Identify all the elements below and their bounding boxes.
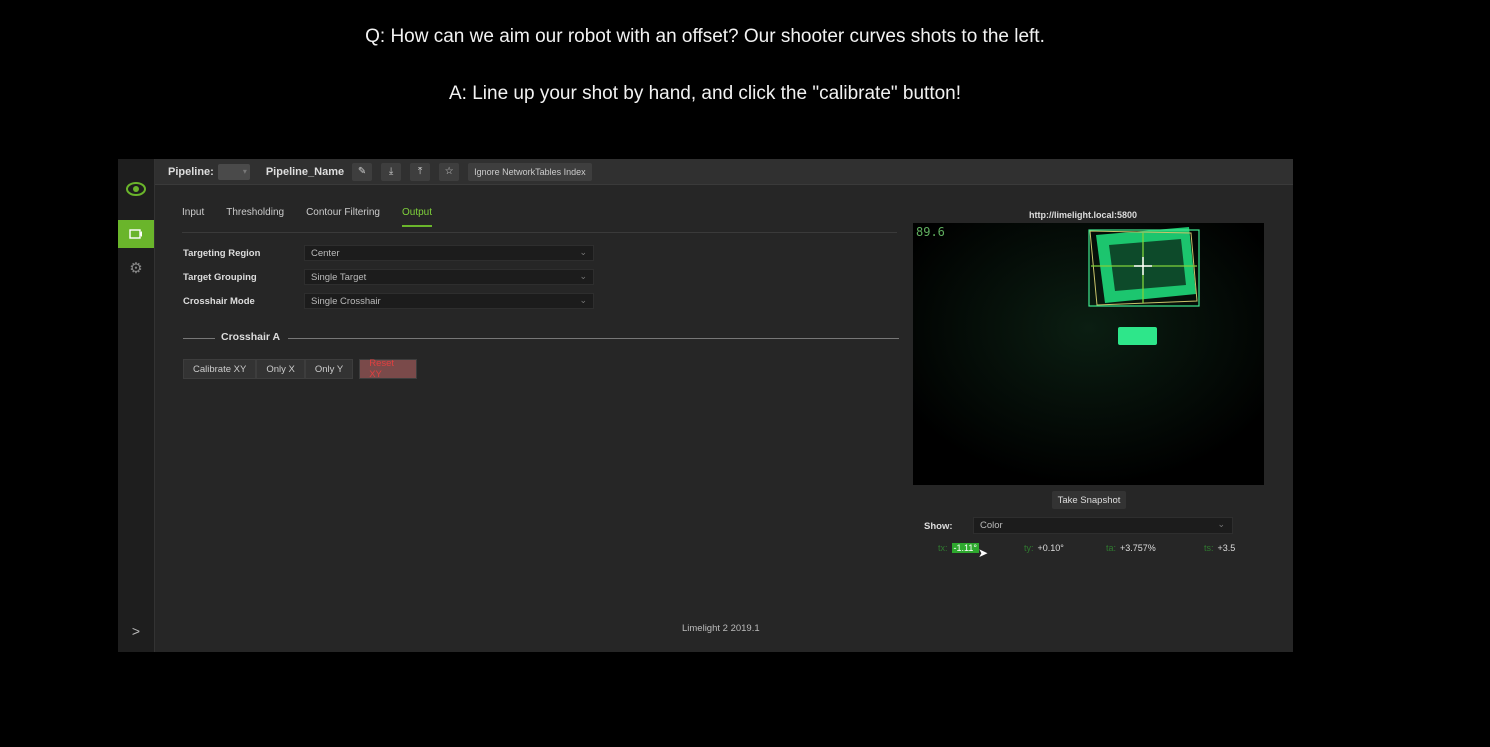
pipeline-label: Pipeline: — [168, 165, 214, 178]
tx-label: tx: — [938, 543, 948, 553]
ts-value: +3.5 — [1217, 543, 1236, 553]
targeting-region-select[interactable]: Center ⌄ — [304, 245, 594, 261]
tab-bar: Input Thresholding Contour Filtering Out… — [182, 207, 454, 227]
ignore-networktables-button[interactable]: Ignore NetworkTables Index — [468, 162, 592, 181]
reset-xy-button[interactable]: Reset XY — [359, 358, 418, 380]
pipeline-toolbar: Pipeline: ▾ Pipeline_Name ✎ ⤓ ⤒ ☆ Ignore… — [155, 159, 1293, 185]
targeting-region-label: Targeting Region — [183, 248, 261, 259]
show-select[interactable]: Color ⌄ — [973, 517, 1233, 534]
ty-value: +0.10° — [1037, 543, 1064, 553]
ta-label: ta: — [1106, 543, 1117, 553]
gear-icon[interactable]: ⚙ — [118, 257, 154, 279]
camera-frame-graphic — [913, 223, 1264, 485]
nav-camera-icon[interactable] — [118, 220, 154, 248]
chevron-down-icon: ⌄ — [579, 247, 587, 257]
divider — [183, 338, 215, 339]
target-grouping-label: Target Grouping — [183, 272, 257, 283]
chevron-down-icon: ⌄ — [1217, 519, 1225, 529]
upload-icon[interactable]: ⤒ — [410, 162, 431, 181]
tab-input[interactable]: Input — [182, 207, 204, 227]
version-footer: Limelight 2 2019.1 — [682, 623, 760, 634]
limelight-logo-icon[interactable] — [125, 178, 147, 200]
tab-contour-filtering[interactable]: Contour Filtering — [306, 207, 380, 227]
only-y-button[interactable]: Only Y — [304, 359, 354, 379]
calibration-button-group: Calibrate XY Only X Only Y Reset XY — [183, 358, 418, 380]
question-text: Q: How can we aim our robot with an offs… — [365, 26, 1045, 47]
target-grouping-value: Single Target — [311, 272, 367, 283]
tx-readout: tx: -1.11° — [938, 543, 979, 553]
answer-text: A: Line up your shot by hand, and click … — [448, 83, 962, 104]
show-label: Show: — [924, 521, 953, 532]
ty-readout: ty: +0.10° — [1024, 543, 1064, 553]
limelight-app-window: ⚙ > Pipeline: ▾ Pipeline_Name ✎ ⤓ ⤒ ☆ Ig… — [118, 159, 1293, 652]
download-icon[interactable]: ⤓ — [381, 162, 402, 181]
ts-label: ts: — [1204, 543, 1214, 553]
ts-readout: ts: +3.5 — [1204, 543, 1235, 553]
ta-value: +3.757% — [1120, 543, 1156, 553]
crosshair-mode-value: Single Crosshair — [311, 296, 381, 307]
crosshair-mode-label: Crosshair Mode — [183, 296, 255, 307]
ta-readout: ta: +3.757% — [1106, 543, 1156, 553]
camera-stream-view: 89.6 — [913, 223, 1264, 485]
ty-label: ty: — [1024, 543, 1034, 553]
divider — [288, 338, 899, 339]
tx-value[interactable]: -1.11° — [951, 543, 979, 553]
chevron-right-icon[interactable]: > — [118, 623, 154, 639]
take-snapshot-button[interactable]: Take Snapshot — [1052, 491, 1126, 509]
secondary-target — [1118, 327, 1157, 345]
chevron-down-icon: ⌄ — [579, 295, 587, 305]
only-x-button[interactable]: Only X — [256, 359, 305, 379]
target-grouping-select[interactable]: Single Target ⌄ — [304, 269, 594, 285]
crosshair-a-title: Crosshair A — [221, 331, 281, 343]
pipeline-name[interactable]: Pipeline_Name — [266, 166, 344, 178]
tab-output[interactable]: Output — [401, 207, 433, 227]
chevron-down-icon: ⌄ — [579, 271, 587, 281]
calibrate-xy-button[interactable]: Calibrate XY — [183, 359, 257, 379]
target-grouping-row: Target Grouping Single Target ⌄ — [183, 269, 595, 285]
crosshair-mode-select[interactable]: Single Crosshair ⌄ — [304, 293, 594, 309]
show-value: Color — [980, 520, 1003, 531]
targeting-region-row: Targeting Region Center ⌄ — [183, 245, 595, 261]
targeting-region-value: Center — [311, 248, 340, 259]
mouse-cursor-icon: ➤ — [978, 546, 989, 560]
pencil-icon[interactable]: ✎ — [352, 162, 373, 181]
crosshair-mode-row: Crosshair Mode Single Crosshair ⌄ — [183, 293, 595, 309]
star-icon[interactable]: ☆ — [439, 162, 460, 181]
sidebar: ⚙ > — [118, 159, 155, 652]
pipeline-index-select[interactable]: ▾ — [217, 163, 250, 180]
tab-thresholding[interactable]: Thresholding — [226, 207, 284, 227]
fps-readout: 89.6 — [916, 225, 945, 239]
camera-stream-url: http://limelight.local:5800 — [1029, 210, 1138, 220]
tab-divider — [182, 232, 897, 233]
crosshair-a-section-header: Crosshair A — [183, 331, 899, 345]
